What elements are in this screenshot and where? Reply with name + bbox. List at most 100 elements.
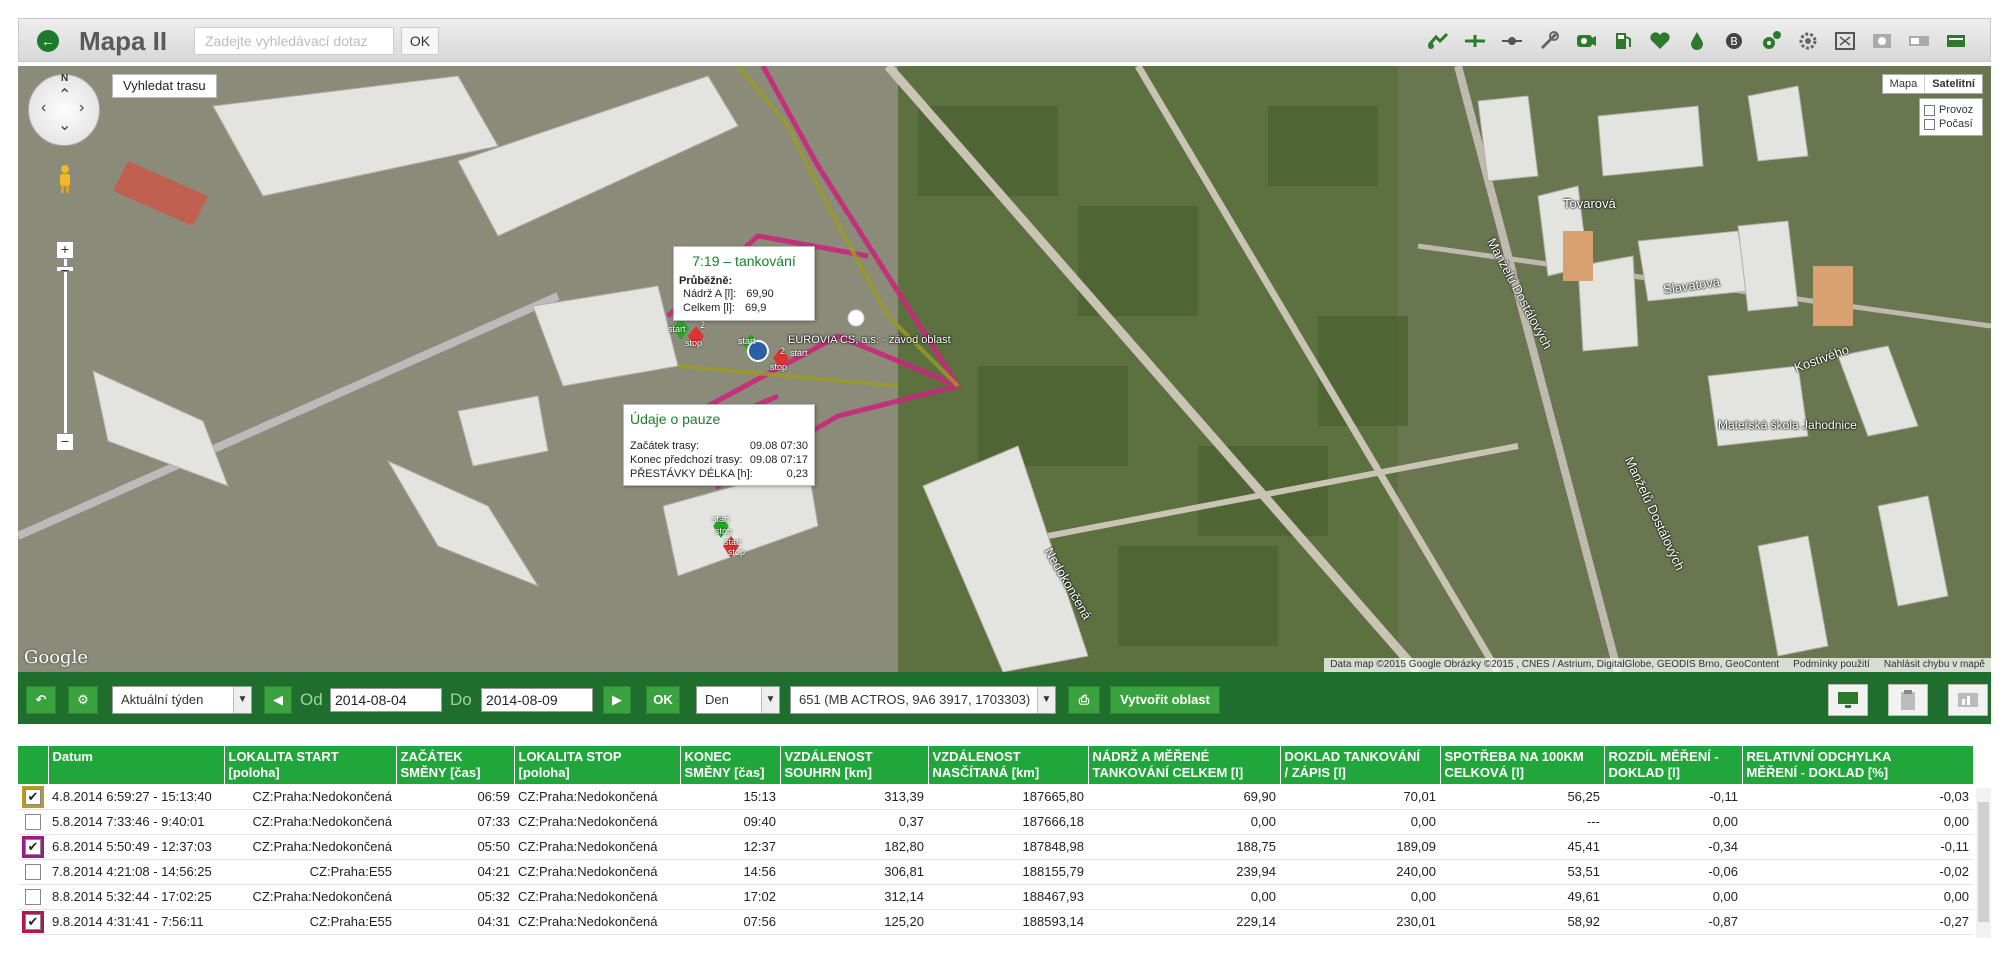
pause-popup[interactable]: Údaje o pauze Začátek trasy: 09.08 07:30 … <box>623 404 815 486</box>
marker-label[interactable]: stop <box>770 362 787 372</box>
zoom-icon[interactable] <box>1863 25 1900 57</box>
report-error-link[interactable]: Nahlásit chybu v mapě <box>1884 659 1985 671</box>
traffic-checkbox[interactable] <box>1924 104 1935 116</box>
marker-label[interactable]: start <box>668 324 686 334</box>
row-checkbox[interactable] <box>25 813 41 830</box>
card-icon[interactable] <box>1937 25 1974 57</box>
plane-icon[interactable] <box>1456 25 1493 57</box>
column-header[interactable]: ROZDÍL MĚŘENÍ - DOKLAD [l] <box>1604 746 1743 784</box>
search-input[interactable] <box>194 27 394 55</box>
table-cell: 05:50 <box>396 834 514 860</box>
table-cell: 70,01 <box>1280 784 1440 810</box>
prev-period-button[interactable]: ◀ <box>264 686 292 714</box>
marker-label[interactable]: start <box>738 336 756 346</box>
camera-icon[interactable] <box>1567 25 1604 57</box>
layer-weather[interactable]: Počasí <box>1924 118 1978 130</box>
zoom-slider[interactable]: + – − <box>55 241 75 451</box>
find-route-button[interactable]: Vyhledat trasu <box>112 74 217 98</box>
column-header[interactable]: VZDÁLENOST SOUHRN [km] <box>780 746 929 784</box>
column-header[interactable]: LOKALITA START [poloha] <box>224 746 397 784</box>
heart-icon[interactable] <box>1641 25 1678 57</box>
expand-icon[interactable] <box>1826 25 1863 57</box>
column-header[interactable]: ZAČÁTEK SMĚNY [čas] <box>396 746 515 784</box>
row-select-cell[interactable] <box>18 859 48 885</box>
fuel-popup[interactable]: 7:19 – tankování Průběžně: Nádrž A [l]: 6… <box>673 246 815 321</box>
gears-icon[interactable] <box>1752 25 1789 57</box>
row-checkbox[interactable]: ✔ <box>22 835 44 858</box>
row-checkbox[interactable] <box>25 888 41 905</box>
search-ok-button[interactable]: OK <box>401 27 439 55</box>
gears-icon[interactable]: ⚙ <box>68 686 98 714</box>
table-row[interactable]: ✔ 6.8.2014 5:50:49 - 12:37:03 CZ:Praha:Ned… <box>18 834 1973 860</box>
back-arrow-icon[interactable]: ← <box>37 30 59 52</box>
row-select-cell[interactable] <box>18 809 48 835</box>
zoom-handle[interactable]: – <box>56 262 74 276</box>
column-header[interactable]: LOKALITA STOP [poloha] <box>514 746 681 784</box>
column-header[interactable] <box>18 746 49 784</box>
column-header[interactable]: SPOTŘEBA NA 100KM CELKOVÁ [l] <box>1440 746 1605 784</box>
row-checkbox[interactable]: ✔ <box>22 785 44 808</box>
route-icon[interactable] <box>1419 25 1456 57</box>
satellite-icon[interactable] <box>1530 25 1567 57</box>
column-header[interactable]: DOKLAD TANKOVÁNÍ / ZÁPIS [l] <box>1280 746 1441 784</box>
column-header[interactable]: Datum <box>48 746 225 784</box>
scrollbar-thumb[interactable] <box>1978 802 1989 922</box>
create-area-button[interactable]: Vytvořit oblast <box>1110 686 1220 714</box>
map-type-map[interactable]: Mapa <box>1883 75 1925 93</box>
table-cell: 306,81 <box>780 859 928 885</box>
column-header[interactable]: KONEC SMĚNY [čas] <box>680 746 781 784</box>
row-checkbox[interactable]: ✔ <box>22 910 44 933</box>
row-select-cell[interactable]: ✔ <box>18 909 48 935</box>
period-select[interactable]: Aktuální týden ▼ <box>112 686 252 714</box>
row-checkbox[interactable] <box>25 863 41 880</box>
table-row[interactable]: 8.8.2014 5:32:44 - 17:02:25 CZ:Praha:Nedo… <box>18 884 1973 910</box>
google-logo: Google <box>24 647 88 668</box>
table-row[interactable]: ✔ 9.8.2014 4:31:41 - 7:56:11 CZ:Praha:E55 0… <box>18 909 1973 935</box>
marker-label[interactable]: stop <box>728 547 745 557</box>
to-date-input[interactable]: 2014-08-09 <box>481 688 593 712</box>
table-row[interactable]: 7.8.2014 4:21:08 - 14:56:25 CZ:Praha:E55 0… <box>18 859 1973 885</box>
truck-icon[interactable] <box>1900 25 1937 57</box>
column-header[interactable]: NÁDRŽ A MĚŘENÉ TANKOVÁNÍ CELKEM [l] <box>1088 746 1281 784</box>
marker-label[interactable]: stop <box>685 338 702 348</box>
pegman-icon[interactable] <box>56 164 74 194</box>
fuel-pump-icon[interactable] <box>1604 25 1641 57</box>
marker-label[interactable]: start <box>712 514 730 524</box>
zoom-in-button[interactable]: + <box>56 241 74 259</box>
print-icon[interactable]: ⎙ <box>1068 686 1100 714</box>
table-row[interactable]: ✔ 4.8.2014 6:59:27 - 15:13:40 CZ:Praha:Ned… <box>18 784 1973 810</box>
layer-traffic[interactable]: Provoz <box>1924 104 1978 116</box>
fuel-row-value: 69,9 <box>744 302 767 314</box>
marker-label[interactable]: stop <box>715 526 732 536</box>
from-date-input[interactable]: 2014-08-04 <box>330 688 442 712</box>
clipboard-icon[interactable] <box>1888 684 1928 716</box>
drop-icon[interactable] <box>1678 25 1715 57</box>
column-header[interactable]: RELATIVNÍ ODCHYLKA MĚŘENÍ - DOKLAD [%] <box>1742 746 1974 784</box>
map-type-satellite[interactable]: Satelitní <box>1924 75 1982 93</box>
undo-icon[interactable]: ↶ <box>26 686 56 714</box>
table-row[interactable]: 5.8.2014 7:33:46 - 9:40:01 CZ:Praha:Nedok… <box>18 809 1973 835</box>
zoom-out-button[interactable]: − <box>56 433 74 451</box>
marker-label[interactable]: 2 <box>700 320 705 330</box>
chart-icon[interactable] <box>1948 684 1988 716</box>
marker-label[interactable]: 2 <box>780 346 785 356</box>
table-scrollbar[interactable] <box>1976 788 1991 938</box>
column-header[interactable]: VZDÁLENOST NASČÍTANÁ [km] <box>928 746 1089 784</box>
marker-label[interactable]: start <box>790 348 808 358</box>
monitor-icon[interactable] <box>1828 684 1868 716</box>
terms-link[interactable]: Podmínky použití <box>1793 659 1870 671</box>
pan-control[interactable]: N ⌃ ⌄ ‹ › <box>28 73 100 146</box>
coin-icon[interactable]: B <box>1715 25 1752 57</box>
row-select-cell[interactable] <box>18 884 48 910</box>
granularity-select[interactable]: Den ▼ <box>696 686 780 714</box>
weather-checkbox[interactable] <box>1924 118 1935 130</box>
row-select-cell[interactable]: ✔ <box>18 834 48 860</box>
vehicle-select[interactable]: 651 (MB ACTROS, 9A6 3917, 1703303) ▼ <box>790 686 1056 714</box>
row-select-cell[interactable]: ✔ <box>18 784 48 810</box>
map-view[interactable]: N ⌃ ⌄ ‹ › + – − Vyhledat trasu Mapa Sate… <box>18 66 1991 672</box>
next-period-button[interactable]: ▶ <box>603 686 631 714</box>
settings-icon[interactable] <box>1789 25 1826 57</box>
segment-icon[interactable] <box>1493 25 1530 57</box>
apply-ok-button[interactable]: OK <box>646 686 680 714</box>
marker-label[interactable]: start <box>724 537 742 547</box>
